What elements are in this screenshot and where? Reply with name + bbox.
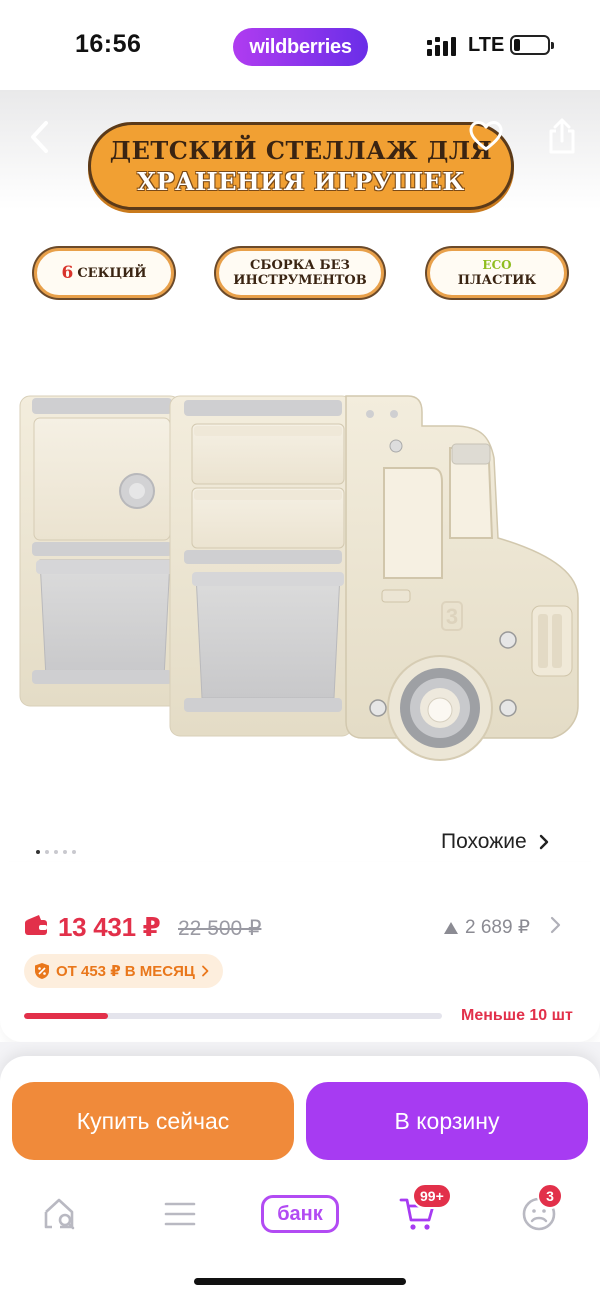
- stock-progress: [24, 1013, 442, 1019]
- price-difference-value: 2 689 ₽: [465, 917, 530, 938]
- badge-accent: 6: [61, 262, 74, 283]
- favorite-button[interactable]: [464, 114, 508, 158]
- banner-line-2: ХРАНЕНИЯ ИГРУШЕК: [137, 167, 465, 196]
- wallet-icon: [25, 915, 47, 935]
- share-button[interactable]: [540, 114, 584, 158]
- status-time: 16:56: [75, 30, 142, 58]
- pager-dot[interactable]: [72, 850, 76, 854]
- tab-cart[interactable]: 99+: [388, 1183, 452, 1244]
- price-current: 13 431 ₽: [58, 912, 161, 942]
- price-card: 13 431 ₽ 22 500 ₽ 2 689 ₽ ОТ 453 ₽ В МЕС…: [0, 862, 600, 1042]
- cart-count-badge: 99+: [412, 1183, 452, 1209]
- shield-percent-icon: [35, 963, 49, 979]
- chevron-left-icon: [31, 121, 48, 153]
- brand-logo[interactable]: wildberries: [233, 28, 368, 66]
- home-indicator: [194, 1278, 406, 1285]
- badge-accent: ECO: [482, 258, 512, 272]
- installment-label: ОТ 453 ₽ В МЕСЯЦ: [56, 963, 195, 980]
- profile-count-badge: 3: [537, 1183, 563, 1209]
- badge-line-1: СБОРКА БЕЗ: [250, 258, 350, 273]
- chevron-right-icon[interactable]: [549, 916, 561, 934]
- product-page: 16:56 wildberries LTE ДЕТСКИЙ СТЕЛЛАЖ ДЛ…: [0, 0, 600, 1300]
- triangle-up-icon: [444, 921, 458, 934]
- price-old: 22 500 ₽: [178, 917, 262, 940]
- tab-bar: банк 99+ 3: [0, 1183, 600, 1244]
- bank-label: банк: [261, 1195, 339, 1233]
- title-banner: ДЕТСКИЙ СТЕЛЛАЖ ДЛЯ ХРАНЕНИЯ ИГРУШЕК: [88, 122, 514, 210]
- signal-icon: [427, 37, 456, 56]
- feature-badge-sections: 6 СЕКЦИЙ: [34, 248, 174, 298]
- badge-text: СЕКЦИЙ: [77, 265, 147, 281]
- product-gallery[interactable]: ДЕТСКИЙ СТЕЛЛАЖ ДЛЯ ХРАНЕНИЯ ИГРУШЕК 6 С…: [0, 90, 600, 860]
- pager-dot[interactable]: [36, 850, 40, 854]
- stock-progress-fill: [24, 1013, 108, 1019]
- add-to-cart-button[interactable]: В корзину: [306, 1082, 588, 1160]
- banner-line-1: ДЕТСКИЙ СТЕЛЛАЖ ДЛЯ: [109, 136, 493, 165]
- stock-label: Меньше 10 шт: [461, 1007, 573, 1024]
- pager-dot[interactable]: [45, 850, 49, 854]
- network-label: LTE: [468, 34, 505, 56]
- svg-text:3: 3: [446, 604, 458, 629]
- feature-badge-assembly: СБОРКА БЕЗ ИНСТРУМЕНТОВ: [216, 248, 384, 298]
- tab-profile[interactable]: 3: [509, 1183, 569, 1244]
- bottom-action-sheet: Купить сейчас В корзину банк 99+ 3: [0, 1056, 600, 1300]
- chevron-right-icon: [539, 834, 548, 850]
- status-bar: 16:56 wildberries LTE: [0, 0, 600, 90]
- chevron-right-icon: [201, 965, 209, 977]
- tab-catalog[interactable]: [150, 1184, 210, 1244]
- tab-bank[interactable]: банк: [258, 1184, 342, 1244]
- badge-text: ПЛАСТИК: [457, 273, 537, 288]
- back-button[interactable]: [18, 115, 62, 159]
- share-icon: [549, 118, 575, 154]
- similar-label: Похожие: [441, 830, 527, 853]
- price-difference[interactable]: 2 689 ₽: [443, 916, 530, 939]
- feature-badge-eco: ECO ПЛАСТИК: [427, 248, 567, 298]
- buy-now-button[interactable]: Купить сейчас: [12, 1082, 294, 1160]
- menu-icon: [164, 1202, 196, 1226]
- badge-line-2: ИНСТРУМЕНТОВ: [233, 273, 367, 288]
- heart-icon: [469, 121, 503, 151]
- pager-dot[interactable]: [63, 850, 67, 854]
- tab-home[interactable]: [30, 1184, 90, 1244]
- battery-icon: [510, 35, 554, 55]
- home-search-icon: [44, 1198, 75, 1230]
- installment-badge[interactable]: ОТ 453 ₽ В МЕСЯЦ: [24, 954, 223, 988]
- similar-link[interactable]: Похожие: [441, 830, 549, 854]
- gallery-pager[interactable]: [36, 850, 76, 854]
- product-image: 3: [19, 395, 579, 761]
- pager-dot[interactable]: [54, 850, 58, 854]
